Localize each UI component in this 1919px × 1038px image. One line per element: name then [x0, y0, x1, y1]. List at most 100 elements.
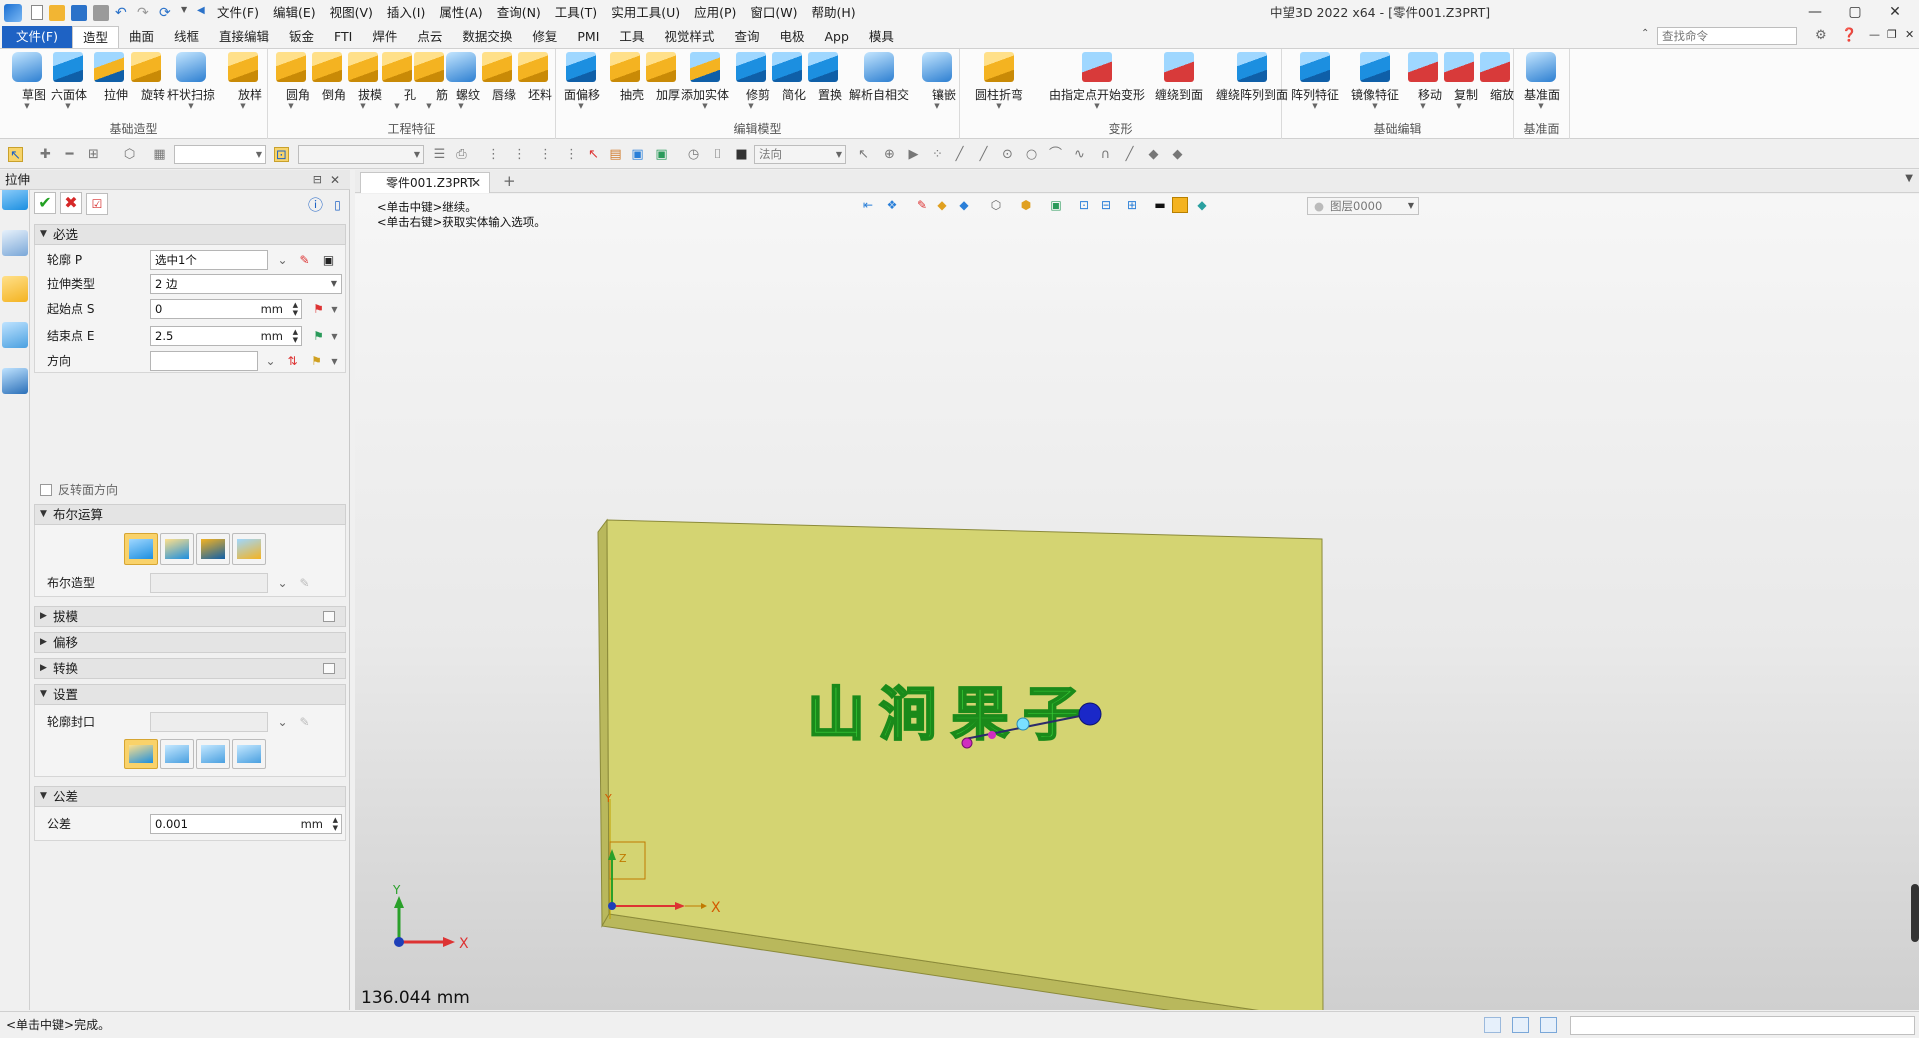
- menu-insert[interactable]: 插入(I): [380, 0, 432, 25]
- face-icon[interactable]: ◆: [1146, 147, 1161, 162]
- section-tolerance[interactable]: ▼ 公差: [34, 786, 346, 807]
- print-icon[interactable]: [93, 4, 109, 21]
- cap-chevron-icon[interactable]: ⌄: [275, 715, 290, 730]
- status-list-icon[interactable]: [1540, 1017, 1557, 1033]
- doc-minimize-icon[interactable]: —: [1869, 28, 1885, 44]
- end-point-input[interactable]: 2.5 mm ▲ ▼: [150, 326, 302, 346]
- bool-subtract-button[interactable]: [196, 533, 230, 565]
- copy-button[interactable]: 复制 ▼: [1440, 52, 1478, 118]
- menu-apps[interactable]: 应用(P): [687, 0, 743, 25]
- circle-center-icon[interactable]: ⊙: [1000, 147, 1015, 162]
- status-window-icon[interactable]: [1484, 1017, 1501, 1033]
- mid-drag-handle[interactable]: [1016, 717, 1030, 731]
- menu-view[interactable]: 视图(V): [323, 0, 380, 25]
- direction-chevron-icon[interactable]: ⌄: [263, 354, 278, 369]
- tab-pmi[interactable]: PMI: [567, 26, 609, 48]
- ok-button[interactable]: ✔: [34, 192, 56, 214]
- target-icon[interactable]: ⊕: [882, 147, 897, 162]
- direction-pick-icon[interactable]: ⚑: [309, 354, 324, 369]
- sketch-button[interactable]: 草图 ▼: [8, 52, 46, 118]
- cap-option-4-button[interactable]: [232, 739, 266, 769]
- point-cursor-icon[interactable]: ↖: [856, 147, 871, 162]
- draft-enable-checkbox[interactable]: [323, 611, 335, 622]
- loft-button[interactable]: 放样 ▼: [224, 52, 262, 118]
- menu-window[interactable]: 窗口(W): [743, 0, 804, 25]
- apply-button[interactable]: ☑: [86, 193, 108, 215]
- status-display-icon[interactable]: [1512, 1017, 1529, 1033]
- tab-list-icon[interactable]: ▼: [1905, 173, 1913, 184]
- lip-button[interactable]: 唇缘: [478, 52, 516, 118]
- extruded-text[interactable]: 山涧果子: [806, 679, 1095, 749]
- section-transform[interactable]: ▶ 转换: [34, 658, 346, 679]
- start-point-input[interactable]: 0 mm ▲ ▼: [150, 299, 302, 319]
- point-deform-button[interactable]: 由指定点开始变形 ▼: [1049, 52, 1145, 118]
- tab-repair[interactable]: 修复: [522, 26, 567, 48]
- scale-button[interactable]: 缩放: [1476, 52, 1514, 118]
- user-tab-icon[interactable]: [2, 368, 28, 394]
- regen-icon[interactable]: ⟳: [159, 5, 175, 21]
- self-intersect-button[interactable]: 解析自相交: [849, 52, 909, 118]
- direction-input[interactable]: [150, 351, 258, 371]
- tab-wireframe[interactable]: 线框: [164, 26, 209, 48]
- end-dropdown-icon[interactable]: ▼: [327, 329, 342, 344]
- history-icon[interactable]: ◷: [686, 147, 701, 162]
- arc-icon[interactable]: ⌒: [1048, 147, 1063, 162]
- circle-icon[interactable]: ○: [1024, 147, 1039, 162]
- profile-field[interactable]: 选中1个: [150, 250, 268, 270]
- menu-file[interactable]: 文件(F): [210, 0, 266, 25]
- end-dimension-icon[interactable]: ⚑: [311, 329, 326, 344]
- cap-option-2-button[interactable]: [160, 739, 194, 769]
- menu-tools[interactable]: 工具(T): [548, 0, 604, 25]
- command-search-input[interactable]: 查找命令: [1657, 27, 1797, 45]
- thicken-button[interactable]: 加厚: [642, 52, 680, 118]
- status-input-field[interactable]: [1570, 1016, 1915, 1035]
- panel-close-icon[interactable]: ✕: [330, 170, 340, 190]
- snap-end-icon[interactable]: ⋮: [486, 147, 501, 162]
- select-arrow-icon[interactable]: ↖: [8, 147, 23, 163]
- bracket-icon[interactable]: ⌷: [710, 147, 725, 162]
- new-tab-icon[interactable]: +: [503, 172, 516, 190]
- dots-icon[interactable]: ⁘: [930, 147, 945, 162]
- remove-selection-icon[interactable]: ━: [62, 147, 77, 162]
- bool-chevron-icon[interactable]: ⌄: [275, 576, 290, 591]
- expand-chevron-icon[interactable]: ⌄: [275, 253, 290, 268]
- chamfer-button[interactable]: 倒角: [308, 52, 346, 118]
- start-dimension-icon[interactable]: ⚑: [311, 302, 326, 317]
- tab-app[interactable]: App: [814, 26, 858, 48]
- bool-add-button[interactable]: [160, 533, 194, 565]
- sketch-profile-icon[interactable]: ▣: [321, 253, 336, 268]
- pick-profile-icon[interactable]: ✎: [297, 253, 312, 268]
- wrap-pattern-button[interactable]: 缠绕阵列到面: [1216, 52, 1288, 118]
- tab-sheet-metal[interactable]: 钣金: [279, 26, 324, 48]
- section-boolean[interactable]: ▼ 布尔运算: [34, 504, 346, 525]
- bool-pick-icon[interactable]: ✎: [297, 576, 312, 591]
- settings-gear-icon[interactable]: ⚙: [1815, 28, 1831, 44]
- filter-combo[interactable]: ▼: [174, 145, 266, 164]
- document-tab-close-icon[interactable]: ✕: [471, 173, 481, 193]
- maximize-button[interactable]: ▢: [1835, 0, 1875, 25]
- stock-button[interactable]: 坯料: [514, 52, 552, 118]
- tangent-icon[interactable]: ╱: [1122, 147, 1137, 162]
- history-tree-icon[interactable]: [2, 230, 28, 256]
- menu-help[interactable]: 帮助(H): [805, 0, 863, 25]
- tab-weldment[interactable]: 焊件: [362, 26, 407, 48]
- save-icon[interactable]: [71, 4, 87, 21]
- stop-icon[interactable]: ■: [734, 147, 749, 162]
- line2-icon[interactable]: ╱: [976, 147, 991, 162]
- doc-restore-icon[interactable]: ❐: [1887, 28, 1903, 44]
- minimize-button[interactable]: —: [1795, 0, 1835, 25]
- polygon-select-icon[interactable]: ⬡: [122, 147, 137, 162]
- reverse-direction-icon[interactable]: ⇅: [285, 354, 300, 369]
- tab-data-exchange[interactable]: 数据交换: [452, 26, 522, 48]
- emboss-button[interactable]: 镶嵌 ▼: [918, 52, 956, 118]
- line-icon[interactable]: ╱: [952, 147, 967, 162]
- viewport-scroll-grip[interactable]: [1911, 884, 1919, 942]
- tab-surface[interactable]: 曲面: [119, 26, 164, 48]
- section-required[interactable]: ▼ 必选: [34, 224, 346, 245]
- replace-button[interactable]: 置换: [804, 52, 842, 118]
- simplify-button[interactable]: 简化: [768, 52, 806, 118]
- section-draft[interactable]: ▶ 拔模: [34, 606, 346, 627]
- direction-dropdown-icon[interactable]: ▼: [327, 354, 342, 369]
- quick-access-dropdown-icon[interactable]: ▼: [181, 5, 191, 21]
- pick-mode-combo[interactable]: ▼: [298, 145, 424, 164]
